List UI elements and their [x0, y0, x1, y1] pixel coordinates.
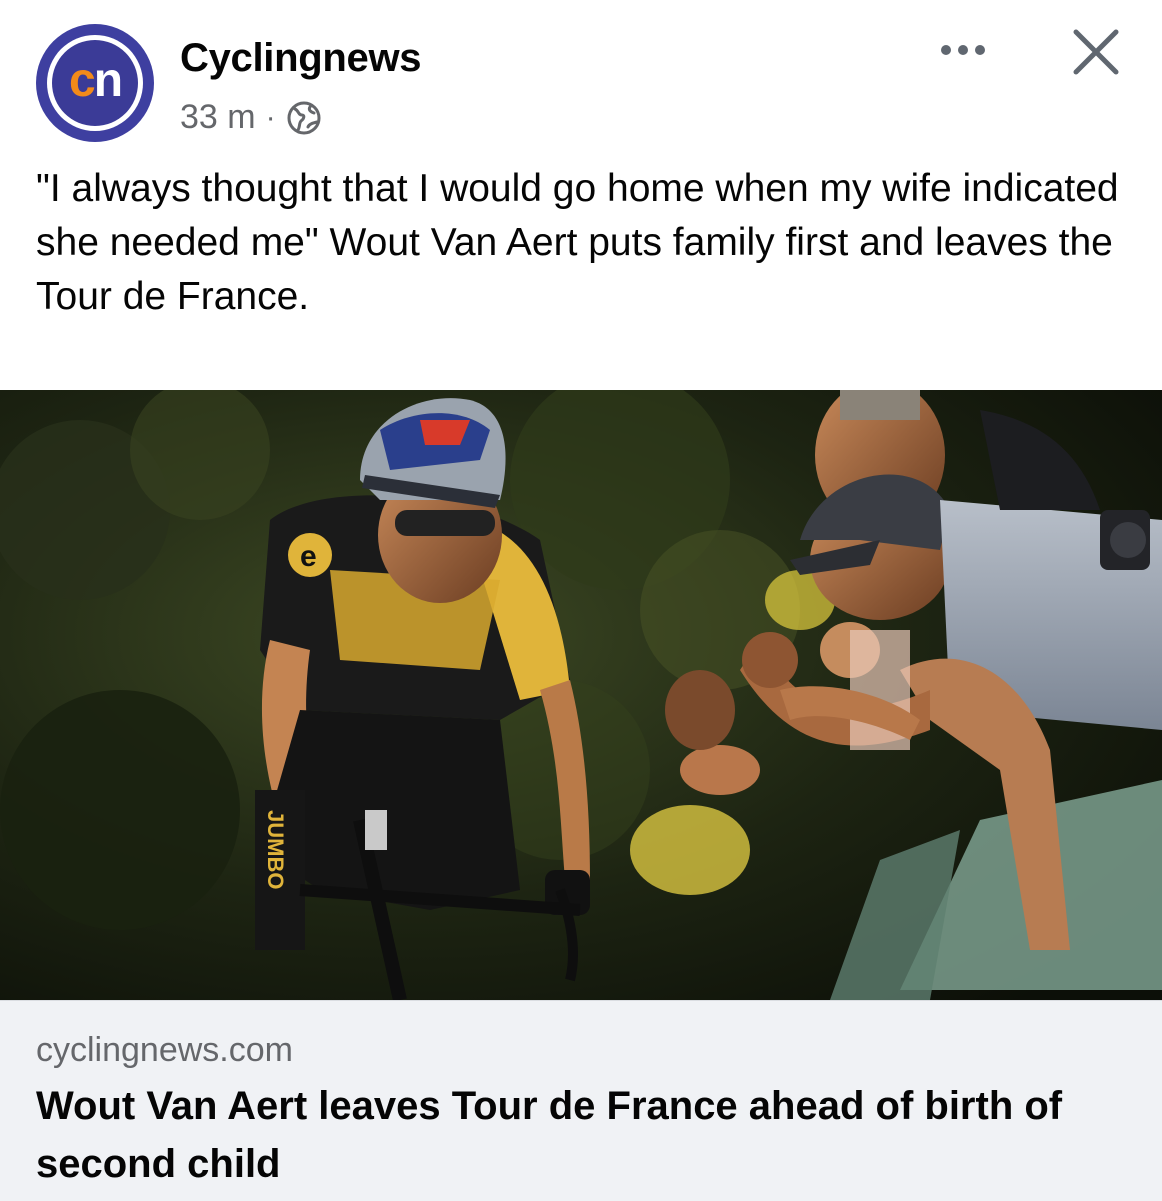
globe-icon	[287, 101, 321, 134]
post-timestamp[interactable]: 33 m	[180, 98, 256, 137]
link-title[interactable]: Wout Van Aert leaves Tour de France ahea…	[36, 1077, 1136, 1193]
more-dot	[958, 45, 968, 55]
close-icon[interactable]	[1066, 22, 1126, 82]
avatar-logo: cn	[52, 40, 138, 126]
avatar-ring: cn	[47, 35, 143, 131]
article-photo[interactable]: e JUMBO	[0, 390, 1162, 1000]
link-preview-card[interactable]: cyclingnews.com Wout Van Aert leaves Tou…	[0, 1000, 1162, 1201]
post-caption: "I always thought that I would go home w…	[36, 167, 1119, 318]
meta-separator: ·	[265, 100, 276, 134]
page-name-link[interactable]: Cyclingnews	[180, 36, 422, 81]
link-domain: cyclingnews.com	[36, 1031, 293, 1069]
post-meta: 33 m ·	[180, 98, 322, 137]
svg-text:JUMBO: JUMBO	[263, 810, 288, 889]
facebook-post: cn Cyclingnews 33 m · "I always thought …	[0, 0, 1162, 1201]
page-avatar[interactable]: cn	[36, 24, 154, 142]
cyclist-photo-illustration: e JUMBO	[0, 390, 1162, 1000]
more-dots-icon	[941, 45, 951, 55]
avatar-logo-text: cn	[68, 54, 123, 107]
more-options-button[interactable]	[928, 28, 998, 72]
svg-text:e: e	[300, 540, 317, 573]
more-dot	[975, 45, 985, 55]
